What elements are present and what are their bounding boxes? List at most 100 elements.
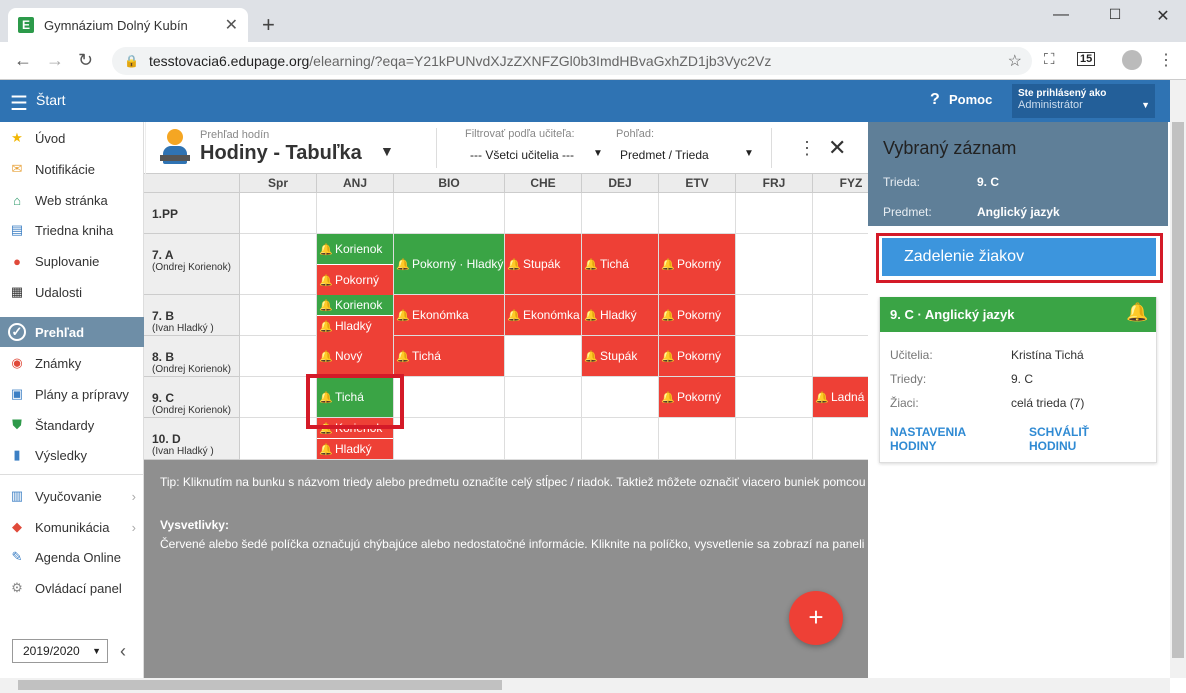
horizontal-scrollbar-thumb[interactable] xyxy=(18,680,502,690)
chevron-down-icon[interactable]: ▼ xyxy=(744,148,754,159)
lesson-cell[interactable]: 🔔 Pokorný · Hladký xyxy=(394,234,504,294)
sidebar-item-štandardy[interactable]: ⛊ Štandardy xyxy=(0,410,144,440)
sidebar-item-prehľad[interactable]: ✓ Prehľad xyxy=(0,317,144,347)
column-header[interactable]: ETV xyxy=(659,174,736,193)
table-cell[interactable] xyxy=(582,418,659,460)
chevron-down-icon[interactable]: ▼ xyxy=(593,148,603,159)
row-header[interactable]: 9. C (Ondrej Korienok) xyxy=(144,377,240,418)
table-cell[interactable] xyxy=(394,193,505,234)
sidebar-item-komunikácia[interactable]: ◆ Komunikácia › xyxy=(0,512,144,542)
row-header[interactable]: 8. B (Ondrej Korienok) xyxy=(144,336,240,377)
more-options-icon[interactable]: ⋮ xyxy=(798,138,816,159)
column-header[interactable]: Spr xyxy=(240,174,317,193)
assign-students-button[interactable]: Zadelenie žiakov xyxy=(882,238,1156,276)
help-question-icon[interactable]: ? xyxy=(930,91,940,109)
close-window-button[interactable]: ✕ xyxy=(1148,6,1178,26)
extension-badge[interactable]: 15 xyxy=(1077,52,1096,66)
table-cell[interactable] xyxy=(813,336,868,377)
table-cell[interactable] xyxy=(659,193,736,234)
table-cell[interactable] xyxy=(736,193,813,234)
maximize-window-button[interactable]: ☐ xyxy=(1100,6,1130,23)
sidebar-item-triedna-kniha[interactable]: ▤ Triedna kniha xyxy=(0,215,144,245)
column-header[interactable]: CHE xyxy=(505,174,582,193)
table-cell[interactable] xyxy=(813,418,868,460)
approve-lesson-link[interactable]: SCHVÁLIŤ HODINU xyxy=(1029,425,1109,453)
table-cell[interactable] xyxy=(505,377,582,418)
sidebar-item-web-stránka[interactable]: ⌂ Web stránka xyxy=(0,185,144,215)
start-link[interactable]: Štart xyxy=(36,92,66,108)
lesson-cell[interactable]: 🔔 Nový xyxy=(317,336,393,376)
bookmark-star-icon[interactable]: ☆ xyxy=(1008,51,1022,71)
sidebar-item-suplovanie[interactable]: ● Suplovanie xyxy=(0,246,144,276)
table-cell[interactable] xyxy=(240,336,317,377)
lesson-cell[interactable]: 🔔 Pokorný xyxy=(317,265,393,295)
title-dropdown-icon[interactable]: ▼ xyxy=(380,143,394,159)
bell-icon[interactable]: 🔔 xyxy=(1126,302,1148,323)
column-header[interactable]: FYZ xyxy=(813,174,868,193)
hamburger-menu-icon[interactable]: ☰ xyxy=(10,91,28,116)
add-button[interactable]: + xyxy=(789,591,843,645)
school-year-select[interactable]: 2019/2020 ▼ xyxy=(12,639,108,663)
lesson-cell[interactable]: 🔔 Stupák xyxy=(505,234,581,294)
lesson-cell[interactable]: 🔔 Pokorný xyxy=(659,377,735,417)
table-cell[interactable] xyxy=(736,295,813,336)
table-cell[interactable] xyxy=(736,234,813,295)
table-cell[interactable] xyxy=(736,418,813,460)
sidebar-item-výsledky[interactable]: ▮ Výsledky xyxy=(0,440,144,470)
reload-icon[interactable]: ↻ xyxy=(78,50,93,71)
browser-tab[interactable]: E Gymnázium Dolný Kubín ✕ xyxy=(8,8,248,42)
lesson-cell[interactable]: 🔔 Pokorný xyxy=(659,336,735,376)
sidebar-item-agenda-online[interactable]: ✎ Agenda Online xyxy=(0,542,144,572)
vertical-scrollbar-thumb[interactable] xyxy=(1172,122,1184,658)
row-header[interactable]: 10. D (Ivan Hladký ) xyxy=(144,418,240,460)
lesson-cell[interactable]: 🔔 Pokorný xyxy=(659,234,735,294)
column-header[interactable]: BIO xyxy=(394,174,505,193)
close-icon[interactable]: ✕ xyxy=(828,135,846,161)
table-cell[interactable] xyxy=(736,377,813,418)
table-cell[interactable] xyxy=(317,193,394,234)
table-cell[interactable] xyxy=(813,295,868,336)
sidebar-item-notifikácie[interactable]: ✉ Notifikácie xyxy=(0,154,144,184)
sidebar-item-plány-a-prípravy[interactable]: ▣ Plány a prípravy xyxy=(0,379,144,409)
sidebar-item-udalosti[interactable]: ▦ Udalosti xyxy=(0,277,144,307)
help-link[interactable]: Pomoc xyxy=(949,92,992,107)
browser-menu-icon[interactable]: ⋮ xyxy=(1158,50,1174,70)
sidebar-item-vyučovanie[interactable]: ▥ Vyučovanie › xyxy=(0,481,144,511)
teacher-filter-select[interactable]: --- Všetci učitelia --- xyxy=(470,148,574,162)
table-cell[interactable] xyxy=(394,418,505,460)
table-cell[interactable] xyxy=(394,377,505,418)
profile-avatar[interactable] xyxy=(1122,50,1142,70)
column-header[interactable]: FRJ xyxy=(736,174,813,193)
table-cell[interactable] xyxy=(505,336,582,377)
lesson-cell[interactable]: 🔔 Hladký xyxy=(317,316,393,336)
lesson-cell[interactable]: 🔔 Stupák xyxy=(582,336,658,376)
table-cell[interactable] xyxy=(813,193,868,234)
table-cell[interactable] xyxy=(240,193,317,234)
lesson-cell[interactable]: 🔔 Ekonómka xyxy=(505,295,581,335)
table-cell[interactable] xyxy=(582,193,659,234)
table-cell[interactable] xyxy=(813,234,868,295)
row-header[interactable]: 7. B (Ivan Hladký ) xyxy=(144,295,240,336)
lesson-cell[interactable]: 🔔 Hladký xyxy=(582,295,658,335)
url-field[interactable]: 🔒 tesstovacia6.edupage.org/elearning/?eq… xyxy=(112,47,1032,75)
column-header[interactable]: DEJ xyxy=(582,174,659,193)
back-arrow-icon[interactable]: ← xyxy=(14,50,32,71)
lesson-cell[interactable]: 🔔 Korienok xyxy=(317,234,393,264)
tab-close-icon[interactable]: ✕ xyxy=(225,15,238,35)
forward-arrow-icon[interactable]: → xyxy=(46,50,64,71)
sidebar-item-známky[interactable]: ◉ Známky xyxy=(0,348,144,378)
table-cell[interactable] xyxy=(659,418,736,460)
sidebar-item-úvod[interactable]: ★ Úvod xyxy=(0,123,144,153)
cast-icon[interactable]: ⛶ xyxy=(1044,51,1055,68)
lesson-cell[interactable]: 🔔 Hladký xyxy=(317,439,393,459)
view-select[interactable]: Predmet / Trieda xyxy=(620,148,709,162)
lesson-cell[interactable]: 🔔 Korienok xyxy=(317,295,393,315)
table-cell[interactable] xyxy=(505,193,582,234)
lesson-cell[interactable]: 🔔 Tichá xyxy=(394,336,504,376)
lesson-cell[interactable]: 🔔 Pokorný xyxy=(659,295,735,335)
table-cell[interactable] xyxy=(240,234,317,295)
table-cell[interactable] xyxy=(736,336,813,377)
collapse-sidebar-icon[interactable]: ‹ xyxy=(120,641,126,662)
lesson-settings-link[interactable]: NASTAVENIA HODINY xyxy=(890,425,980,453)
row-header[interactable]: 7. A (Ondrej Korienok) xyxy=(144,234,240,295)
